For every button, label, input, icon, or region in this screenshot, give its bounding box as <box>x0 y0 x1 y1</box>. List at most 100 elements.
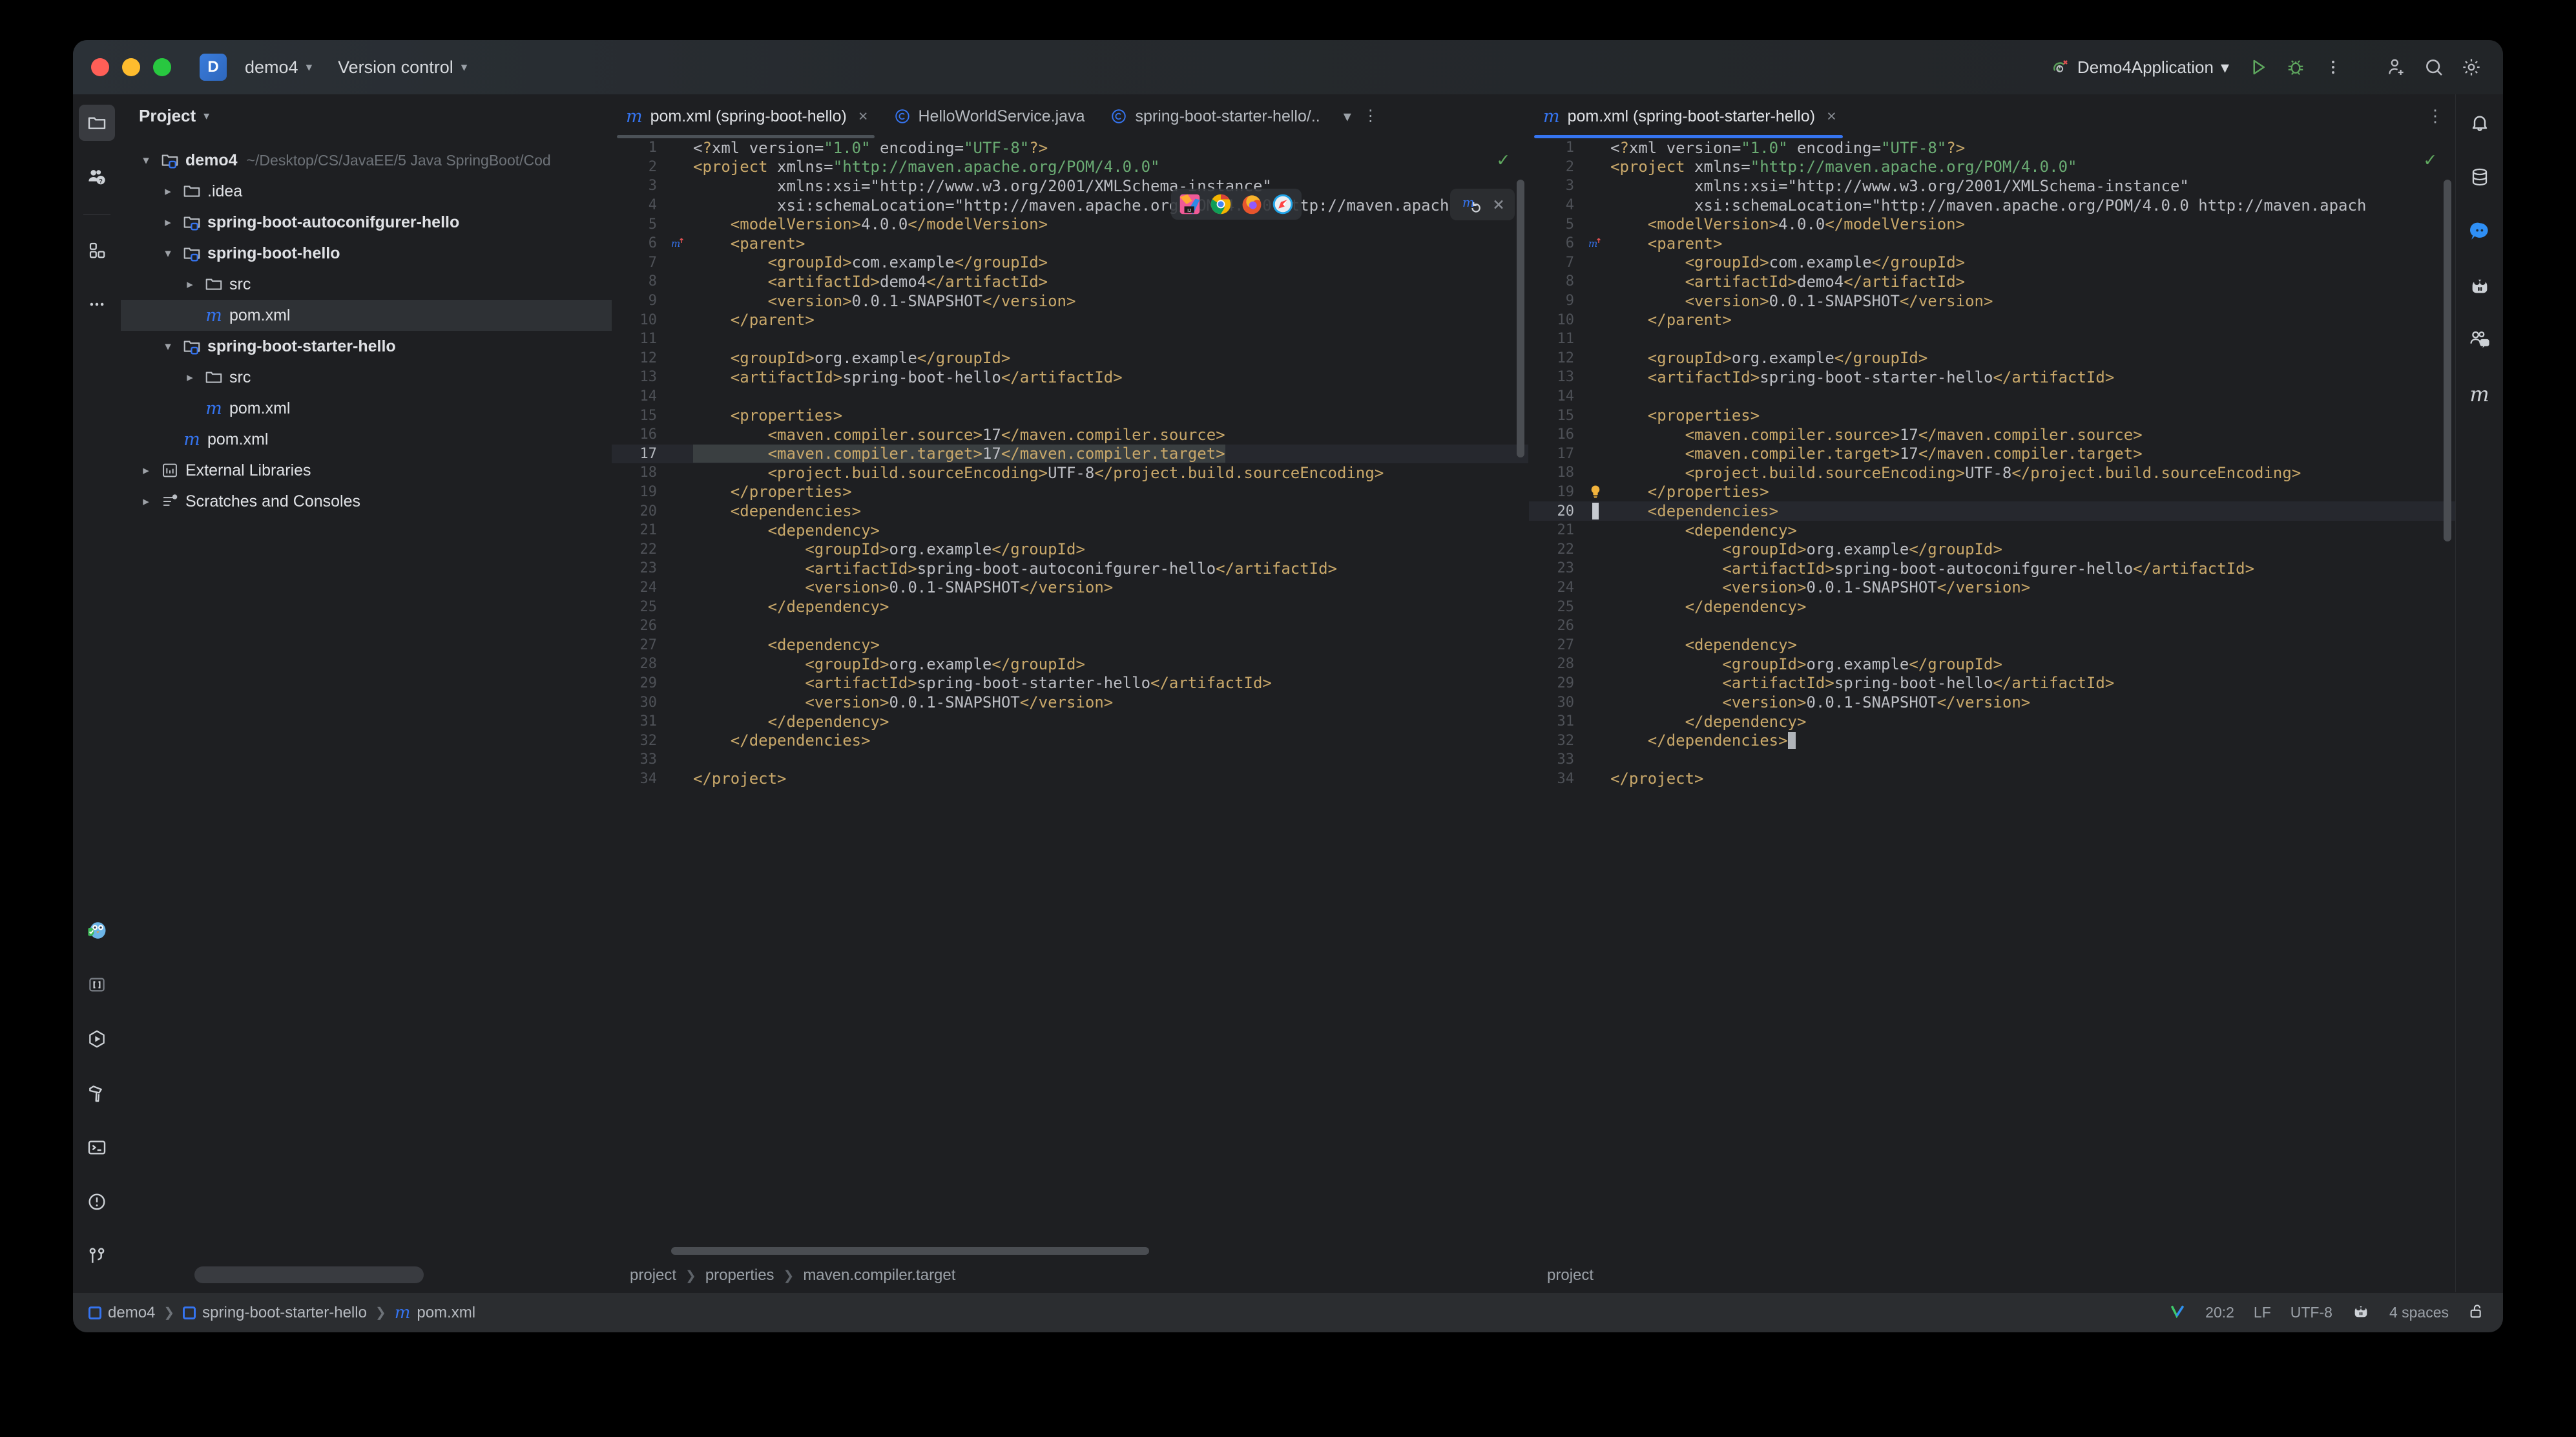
settings-button[interactable] <box>2454 50 2489 85</box>
code-with-me-panel-button[interactable] <box>2462 322 2498 358</box>
notifications-button[interactable] <box>2462 105 2498 141</box>
tab-options-kebab-icon[interactable]: ⋮ <box>2427 108 2444 124</box>
tree-item-pom-xml[interactable]: m pom.xml <box>121 424 612 455</box>
code-with-me-button[interactable] <box>2379 50 2414 85</box>
ai-assistant-tool-button[interactable]: ? <box>79 159 115 195</box>
close-window-button[interactable] <box>91 58 109 76</box>
junie-status-icon[interactable] <box>2352 1302 2370 1324</box>
editor-tab[interactable]: HelloWorldService.java <box>880 94 1097 138</box>
chevron-down-icon[interactable]: ▾ <box>135 153 157 168</box>
code-line[interactable]: 22 <groupId>org.example</groupId> <box>612 540 1528 559</box>
code-line[interactable]: 13 <artifactId>spring-boot-hello</artifa… <box>612 368 1528 387</box>
code-line[interactable]: 23 <artifactId>spring-boot-autoconifgure… <box>1529 559 2455 578</box>
database-tool-button[interactable] <box>2462 159 2498 195</box>
maven-reload-icon[interactable]: m <box>1460 194 1482 216</box>
code-line[interactable]: 3 xmlns:xsi="http://www.w3.org/2001/XMLS… <box>1529 176 2455 196</box>
tree-item-scratches-and-consoles[interactable]: ▸ Scratches and Consoles <box>121 486 612 517</box>
chevron-down-icon[interactable]: ▾ <box>157 246 179 261</box>
status-bar-breadcrumb[interactable]: demo4 ❯ spring-boot-starter-hello ❯ m pom.xml <box>88 1303 475 1323</box>
more-tool-windows-button[interactable] <box>79 286 115 322</box>
code-line[interactable]: 4 xsi:schemaLocation="http://maven.apach… <box>1529 196 2455 215</box>
editor-tabbar-left[interactable]: m pom.xml (spring-boot-hello) × HelloWorldS… <box>612 94 1528 138</box>
tree-item-pom-xml[interactable]: m pom.xml <box>121 300 612 331</box>
close-popup-button[interactable]: × <box>1493 193 1504 216</box>
tree-item-src[interactable]: ▸ src <box>121 269 612 300</box>
code-line[interactable]: 32 </dependencies> <box>612 731 1528 750</box>
code-line[interactable]: 8 <artifactId>demo4</artifactId> <box>1529 272 2455 291</box>
chevron-right-icon[interactable]: ▸ <box>179 277 201 292</box>
vertical-scrollbar-right[interactable] <box>2444 180 2451 541</box>
problems-tool-button[interactable] <box>79 1184 115 1220</box>
bug-assistant-button[interactable] <box>79 912 115 949</box>
encoding-label[interactable]: UTF-8 <box>2290 1304 2332 1321</box>
project-tool-button[interactable] <box>78 105 115 141</box>
code-line[interactable]: 26 <box>612 616 1528 636</box>
project-name-dropdown[interactable]: demo4 ▾ <box>237 52 320 83</box>
search-everywhere-button[interactable] <box>2416 50 2451 85</box>
code-line[interactable]: 5 <modelVersion>4.0.0</modelVersion> <box>1529 215 2455 234</box>
code-line[interactable]: 11 <box>612 330 1528 349</box>
code-line[interactable]: 18 <project.build.sourceEncoding>UTF-8</… <box>612 463 1528 483</box>
vertical-scrollbar-left[interactable] <box>1517 180 1524 457</box>
chevron-right-icon[interactable]: ▸ <box>157 215 179 230</box>
tree-item-external-libraries[interactable]: ▸ External Libraries <box>121 455 612 486</box>
code-line[interactable]: 24 <version>0.0.1-SNAPSHOT</version> <box>1529 578 2455 598</box>
project-tree[interactable]: ▾ demo4 ~/Desktop/CS/JavaEE/5 Java SpringB… <box>121 137 612 1292</box>
code-line[interactable]: 29 <artifactId>spring-boot-hello</artifa… <box>1529 674 2455 693</box>
code-line[interactable]: 34 </project> <box>612 770 1528 789</box>
code-editor-left[interactable]: 1 <?xml version="1.0" encoding="UTF-8"?> 2… <box>612 138 1528 1259</box>
version-control-dropdown[interactable]: Version control ▾ <box>330 52 475 83</box>
code-line[interactable]: 8 <artifactId>demo4</artifactId> <box>612 272 1528 291</box>
tree-item-demo4[interactable]: ▾ demo4 ~/Desktop/CS/JavaEE/5 Java SpringB… <box>121 145 612 176</box>
code-line[interactable]: 34 </project> <box>1529 770 2455 789</box>
tree-item-src[interactable]: ▸ src <box>121 362 612 393</box>
code-line[interactable]: 14 <box>612 387 1528 406</box>
intention-bulb-icon[interactable] <box>1584 484 1606 499</box>
code-line[interactable]: 30 <version>0.0.1-SNAPSHOT</version> <box>1529 693 2455 712</box>
junie-button[interactable] <box>2462 267 2498 304</box>
code-line[interactable]: 21 <dependency> <box>612 521 1528 540</box>
code-line[interactable]: 24 <version>0.0.1-SNAPSHOT</version> <box>612 578 1528 598</box>
code-line[interactable]: 10 </parent> <box>1529 310 2455 330</box>
caret-position-label[interactable]: 20:2 <box>2205 1304 2234 1321</box>
code-line[interactable]: 5 <modelVersion>4.0.0</modelVersion> <box>612 215 1528 234</box>
code-editor-right[interactable]: 1 <?xml version="1.0" encoding="UTF-8"?> 2… <box>1529 138 2455 1259</box>
code-line[interactable]: 17 <maven.compiler.target>17</maven.comp… <box>1529 445 2455 464</box>
code-line[interactable]: 29 <artifactId>spring-boot-starter-hello… <box>612 674 1528 693</box>
code-line[interactable]: 15 <properties> <box>1529 406 2455 425</box>
run-configuration-selector[interactable]: Demo4Application ▾ <box>2042 54 2238 81</box>
breadcrumb-item[interactable]: properties <box>705 1266 774 1285</box>
code-line[interactable]: 21 <dependency> <box>1529 521 2455 540</box>
code-line[interactable]: 27 <dependency> <box>1529 635 2455 655</box>
inspection-ok-icon[interactable]: ✓ <box>1497 149 1509 171</box>
code-line[interactable]: 18 <project.build.sourceEncoding>UTF-8</… <box>1529 463 2455 483</box>
tree-item-spring-boot-hello[interactable]: ▾ spring-boot-hello <box>121 238 612 269</box>
code-line[interactable]: 22 <groupId>org.example</groupId> <box>1529 540 2455 559</box>
code-line[interactable]: 1 <?xml version="1.0" encoding="UTF-8"?> <box>1529 138 2455 158</box>
code-line[interactable]: 25 </dependency> <box>1529 597 2455 616</box>
open-in-browser-popup[interactable]: IJ <box>1171 189 1302 220</box>
maven-reload-popup[interactable]: m × <box>1450 189 1515 220</box>
chevron-right-icon[interactable]: ▸ <box>135 494 157 509</box>
status-breadcrumb-item[interactable]: spring-boot-starter-hello <box>183 1304 367 1322</box>
code-line[interactable]: 14 <box>1529 387 2455 406</box>
code-line[interactable]: 6 m <parent> <box>1529 234 2455 253</box>
editor-tab[interactable]: spring-boot-starter-hello/.. <box>1096 94 1331 138</box>
chevron-right-icon[interactable]: ▸ <box>135 463 157 478</box>
status-breadcrumb-item[interactable]: m pom.xml <box>395 1303 475 1323</box>
inspection-badge-icon[interactable] <box>2169 1303 2186 1323</box>
structure-tool-button[interactable] <box>79 232 115 268</box>
run-button[interactable] <box>2241 50 2276 85</box>
breadcrumb-item[interactable]: project <box>1547 1266 1594 1285</box>
code-line[interactable]: 20 <dependencies> <box>612 501 1528 521</box>
minimize-window-button[interactable] <box>122 58 140 76</box>
code-line[interactable]: 10 </parent> <box>612 310 1528 330</box>
code-line[interactable]: 28 <groupId>org.example</groupId> <box>1529 655 2455 674</box>
close-tab-icon[interactable]: × <box>1827 107 1836 126</box>
code-line[interactable]: 27 <dependency> <box>612 635 1528 655</box>
debug-button[interactable] <box>2278 50 2313 85</box>
code-line[interactable]: 12 <groupId>org.example</groupId> <box>612 349 1528 368</box>
code-line[interactable]: 32 </dependencies> <box>1529 731 2455 750</box>
code-line[interactable]: 16 <maven.compiler.source>17</maven.comp… <box>1529 425 2455 445</box>
project-panel-header[interactable]: Project ▾ <box>121 94 612 137</box>
